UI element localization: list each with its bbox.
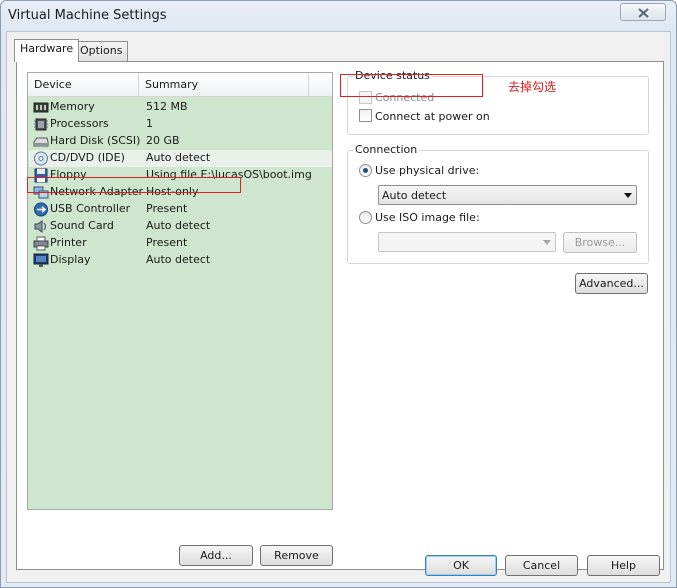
- close-button[interactable]: [620, 3, 666, 21]
- device-name: Hard Disk (SCSI): [50, 134, 141, 147]
- hardware-tab-panel: Device Summary Memory 512 MB Processors …: [16, 61, 664, 570]
- annotation-note: 去掉勾选: [508, 80, 557, 94]
- iso-image-path-combo[interactable]: [378, 232, 556, 252]
- device-row-processors[interactable]: Processors 1: [29, 116, 332, 133]
- window-title: Virtual Machine Settings: [8, 8, 167, 23]
- device-row-memory[interactable]: Memory 512 MB: [29, 99, 332, 116]
- chevron-down-icon: [543, 240, 551, 245]
- sound-card-icon: [34, 220, 46, 233]
- device-row-printer[interactable]: Printer Present: [29, 235, 332, 252]
- help-button[interactable]: Help: [587, 555, 660, 576]
- title-bar[interactable]: Virtual Machine Settings: [1, 1, 676, 33]
- tab-options[interactable]: Options: [74, 41, 129, 61]
- use-iso-image-label[interactable]: Use ISO image file:: [375, 211, 480, 224]
- device-summary: 512 MB: [146, 100, 188, 113]
- processor-icon: [34, 118, 48, 131]
- display-icon: [33, 253, 49, 267]
- physical-drive-select[interactable]: Auto detect: [378, 185, 637, 205]
- add-button[interactable]: Add...: [179, 545, 253, 566]
- connect-at-power-on-label[interactable]: Connect at power on: [375, 110, 490, 123]
- device-summary: Present: [146, 202, 188, 215]
- device-summary: Auto detect: [146, 151, 211, 164]
- device-name: Sound Card: [50, 219, 114, 232]
- cancel-button[interactable]: Cancel: [505, 555, 578, 576]
- cd-dvd-icon: [34, 151, 48, 166]
- device-summary: Auto detect: [146, 253, 211, 266]
- device-row-display[interactable]: Display Auto detect: [29, 252, 332, 269]
- device-name: USB Controller: [50, 202, 131, 215]
- radio-selected-dot: [363, 168, 368, 173]
- device-name: Processors: [50, 117, 109, 130]
- device-row-hard-disk[interactable]: Hard Disk (SCSI) 20 GB: [29, 133, 332, 150]
- printer-icon: [33, 236, 49, 251]
- connect-at-power-on-annotation-box: [340, 74, 483, 97]
- network-adapter-icon: [33, 186, 49, 199]
- virtual-machine-settings-window: Virtual Machine Settings Hardware Option…: [0, 0, 677, 588]
- device-summary: Host-only: [146, 185, 199, 198]
- device-summary: Auto detect: [146, 219, 211, 232]
- device-list[interactable]: Device Summary Memory 512 MB Processors …: [27, 72, 333, 510]
- connection-legend: Connection: [353, 143, 420, 156]
- device-name: CD/DVD (IDE): [50, 151, 125, 164]
- device-name: Printer: [50, 236, 87, 249]
- physical-drive-value: Auto detect: [382, 189, 447, 202]
- column-header-summary[interactable]: Summary: [139, 73, 309, 97]
- device-row-floppy[interactable]: Floppy Using file E:\lucasOS\boot.img: [29, 167, 332, 184]
- usb-icon: [34, 202, 48, 217]
- use-physical-drive-label[interactable]: Use physical drive:: [375, 164, 479, 177]
- device-name: Memory: [50, 100, 95, 113]
- remove-button[interactable]: Remove: [260, 545, 333, 566]
- device-name: Floppy: [50, 168, 87, 181]
- device-name: Network Adapter: [50, 185, 144, 198]
- ok-button[interactable]: OK: [425, 555, 497, 576]
- device-name: Display: [50, 253, 91, 266]
- use-physical-drive-radio[interactable]: [359, 164, 372, 177]
- device-summary: 1: [146, 117, 153, 130]
- device-row-sound-card[interactable]: Sound Card Auto detect: [29, 218, 332, 235]
- hard-disk-icon: [33, 137, 49, 147]
- browse-button[interactable]: Browse...: [563, 232, 637, 253]
- floppy-icon: [34, 168, 48, 183]
- device-summary: Present: [146, 236, 188, 249]
- tab-hardware[interactable]: Hardware: [14, 39, 80, 62]
- column-header-filler: [309, 73, 332, 97]
- device-summary: Using file E:\lucasOS\boot.img: [146, 168, 312, 181]
- memory-icon: [33, 102, 49, 113]
- chevron-down-icon: [624, 193, 632, 198]
- device-row-usb-controller[interactable]: USB Controller Present: [29, 201, 332, 218]
- close-icon: [638, 8, 649, 18]
- connect-at-power-on-checkbox[interactable]: [359, 109, 372, 122]
- device-row-cd-dvd[interactable]: CD/DVD (IDE) Auto detect: [29, 150, 332, 167]
- tab-hardware-label: Hardware: [20, 42, 74, 55]
- tab-options-label: Options: [80, 44, 123, 57]
- advanced-button[interactable]: Advanced...: [575, 273, 648, 294]
- dialog-client-area: Hardware Options Device Summary Memory 5…: [6, 31, 671, 583]
- device-list-header: Device Summary: [28, 73, 332, 97]
- column-header-device[interactable]: Device: [28, 73, 139, 97]
- device-row-network-adapter[interactable]: Network Adapter Host-only: [29, 184, 332, 201]
- device-summary: 20 GB: [146, 134, 180, 147]
- use-iso-image-radio[interactable]: [359, 211, 372, 224]
